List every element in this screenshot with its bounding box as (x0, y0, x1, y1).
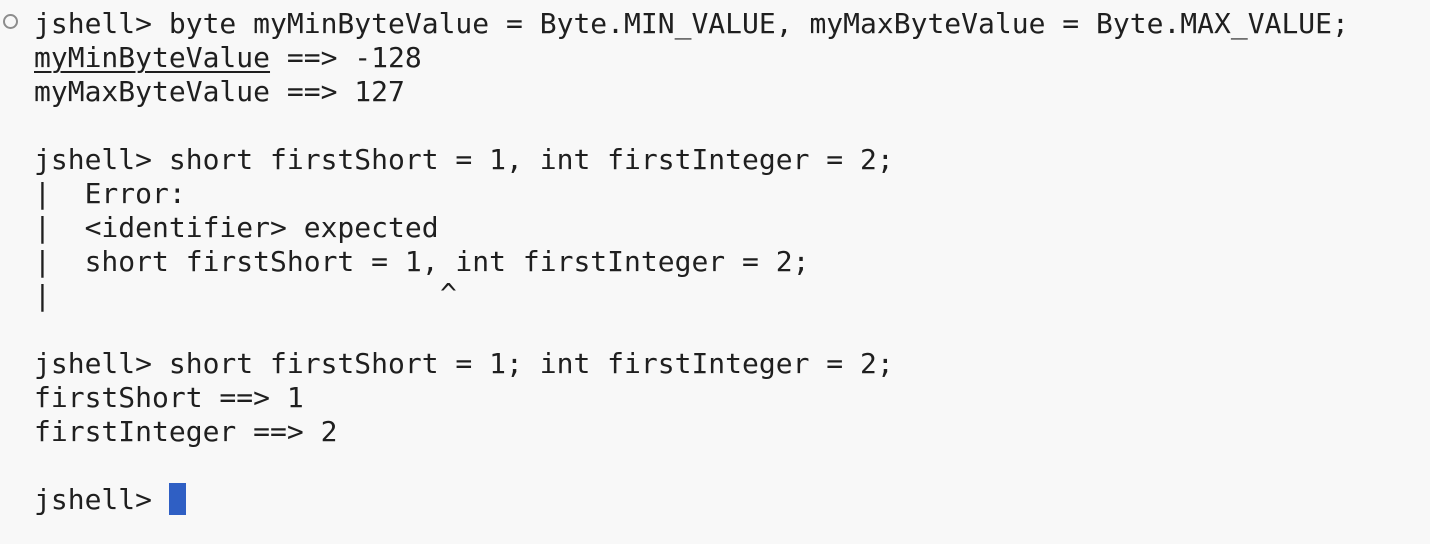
terminal-line-command-2: jshell> short firstShort = 1, int firstI… (34, 143, 894, 176)
terminal-line-error-source: | short firstShort = 1, int firstInteger… (34, 245, 810, 278)
jshell-terminal[interactable]: jshell> byte myMinByteValue = Byte.MIN_V… (0, 0, 1430, 544)
terminal-line-command-3: jshell> short firstShort = 1; int firstI… (34, 347, 894, 380)
prompt-text: jshell> (34, 483, 169, 516)
terminal-prompt-line[interactable]: jshell> (34, 483, 186, 517)
terminal-line-result-first-short: firstShort ==> 1 (34, 381, 304, 414)
command-status-circle-icon (3, 14, 18, 29)
terminal-line-error-title: | Error: (34, 177, 186, 210)
text-cursor[interactable] (168, 483, 186, 515)
terminal-line-error-pointer: | ^ (34, 277, 457, 313)
terminal-line-command-1: jshell> byte myMinByteValue = Byte.MIN_V… (34, 7, 1349, 40)
terminal-line-error-message: | <identifier> expected (34, 211, 439, 244)
terminal-line-result-first-integer: firstInteger ==> 2 (34, 415, 338, 448)
error-pointer-bar: | (34, 279, 51, 312)
underlined-variable-name: myMinByteValue (34, 41, 271, 74)
terminal-line-result-max-byte: myMaxByteValue ==> 127 (34, 75, 405, 108)
terminal-line-result-min-byte: myMinByteValue ==> -128 (34, 41, 422, 75)
error-caret: ^ (440, 277, 457, 310)
result-value-min-byte: ==> -128 (270, 41, 422, 74)
